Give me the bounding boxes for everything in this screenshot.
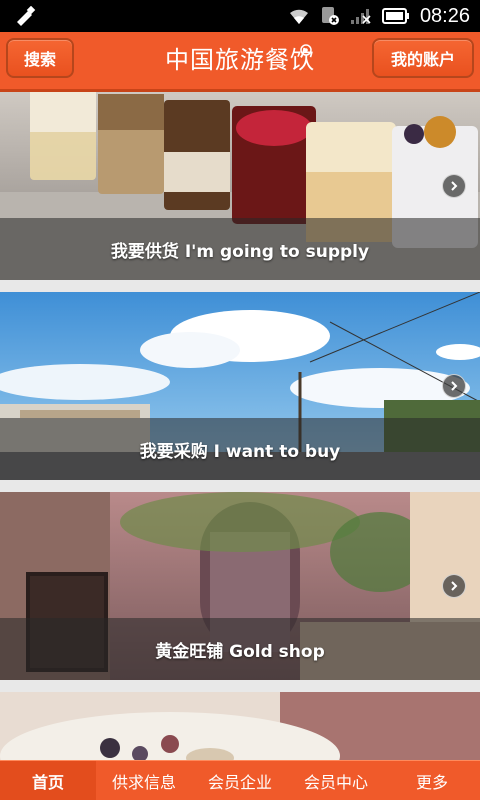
- wifi-icon: [289, 9, 308, 24]
- page-title: 中国旅游餐饮: [140, 40, 340, 84]
- app-title-text: 中国旅游餐饮: [165, 46, 315, 74]
- cup-logo-icon: [300, 44, 312, 56]
- search-button[interactable]: 搜索: [6, 38, 74, 78]
- feed-card-buy[interactable]: 我要采购 I want to buy: [0, 292, 480, 480]
- my-account-button[interactable]: 我的账户: [372, 38, 474, 78]
- card-caption: 我要采购 I want to buy: [0, 418, 480, 480]
- card-caption: 我要供货 I'm going to supply: [0, 218, 480, 280]
- chevron-right-icon[interactable]: [442, 174, 466, 198]
- battery-icon: [381, 8, 409, 24]
- usb-debug-icon: [17, 6, 36, 26]
- status-bar: 08:26: [0, 0, 480, 32]
- app-header: 搜索 中国旅游餐饮 我的账户: [0, 32, 480, 92]
- tab-more[interactable]: 更多: [384, 761, 480, 800]
- tab-member-companies[interactable]: 会员企业: [192, 761, 288, 800]
- tab-supply-demand[interactable]: 供求信息: [96, 761, 192, 800]
- bottom-tab-bar: 首页 供求信息 会员企业 会员中心 更多: [0, 760, 480, 800]
- tab-member-center[interactable]: 会员中心: [288, 761, 384, 800]
- chevron-right-icon[interactable]: [442, 574, 466, 598]
- card-caption: 黄金旺铺 Gold shop: [0, 618, 480, 680]
- sim-blocked-icon: [321, 7, 339, 25]
- chevron-right-icon[interactable]: [442, 374, 466, 398]
- food-plate-image: [0, 692, 480, 760]
- feed-card-gold-shop[interactable]: 黄金旺铺 Gold shop: [0, 492, 480, 680]
- signal-icon: [350, 9, 371, 24]
- feed-card-supply[interactable]: 我要供货 I'm going to supply: [0, 92, 480, 280]
- tab-home[interactable]: 首页: [0, 761, 96, 800]
- feed-card-food[interactable]: [0, 692, 480, 760]
- feed-list: 我要供货 I'm going to supply 我要采购 I want to …: [0, 92, 480, 760]
- clock: 08:26: [419, 4, 470, 27]
